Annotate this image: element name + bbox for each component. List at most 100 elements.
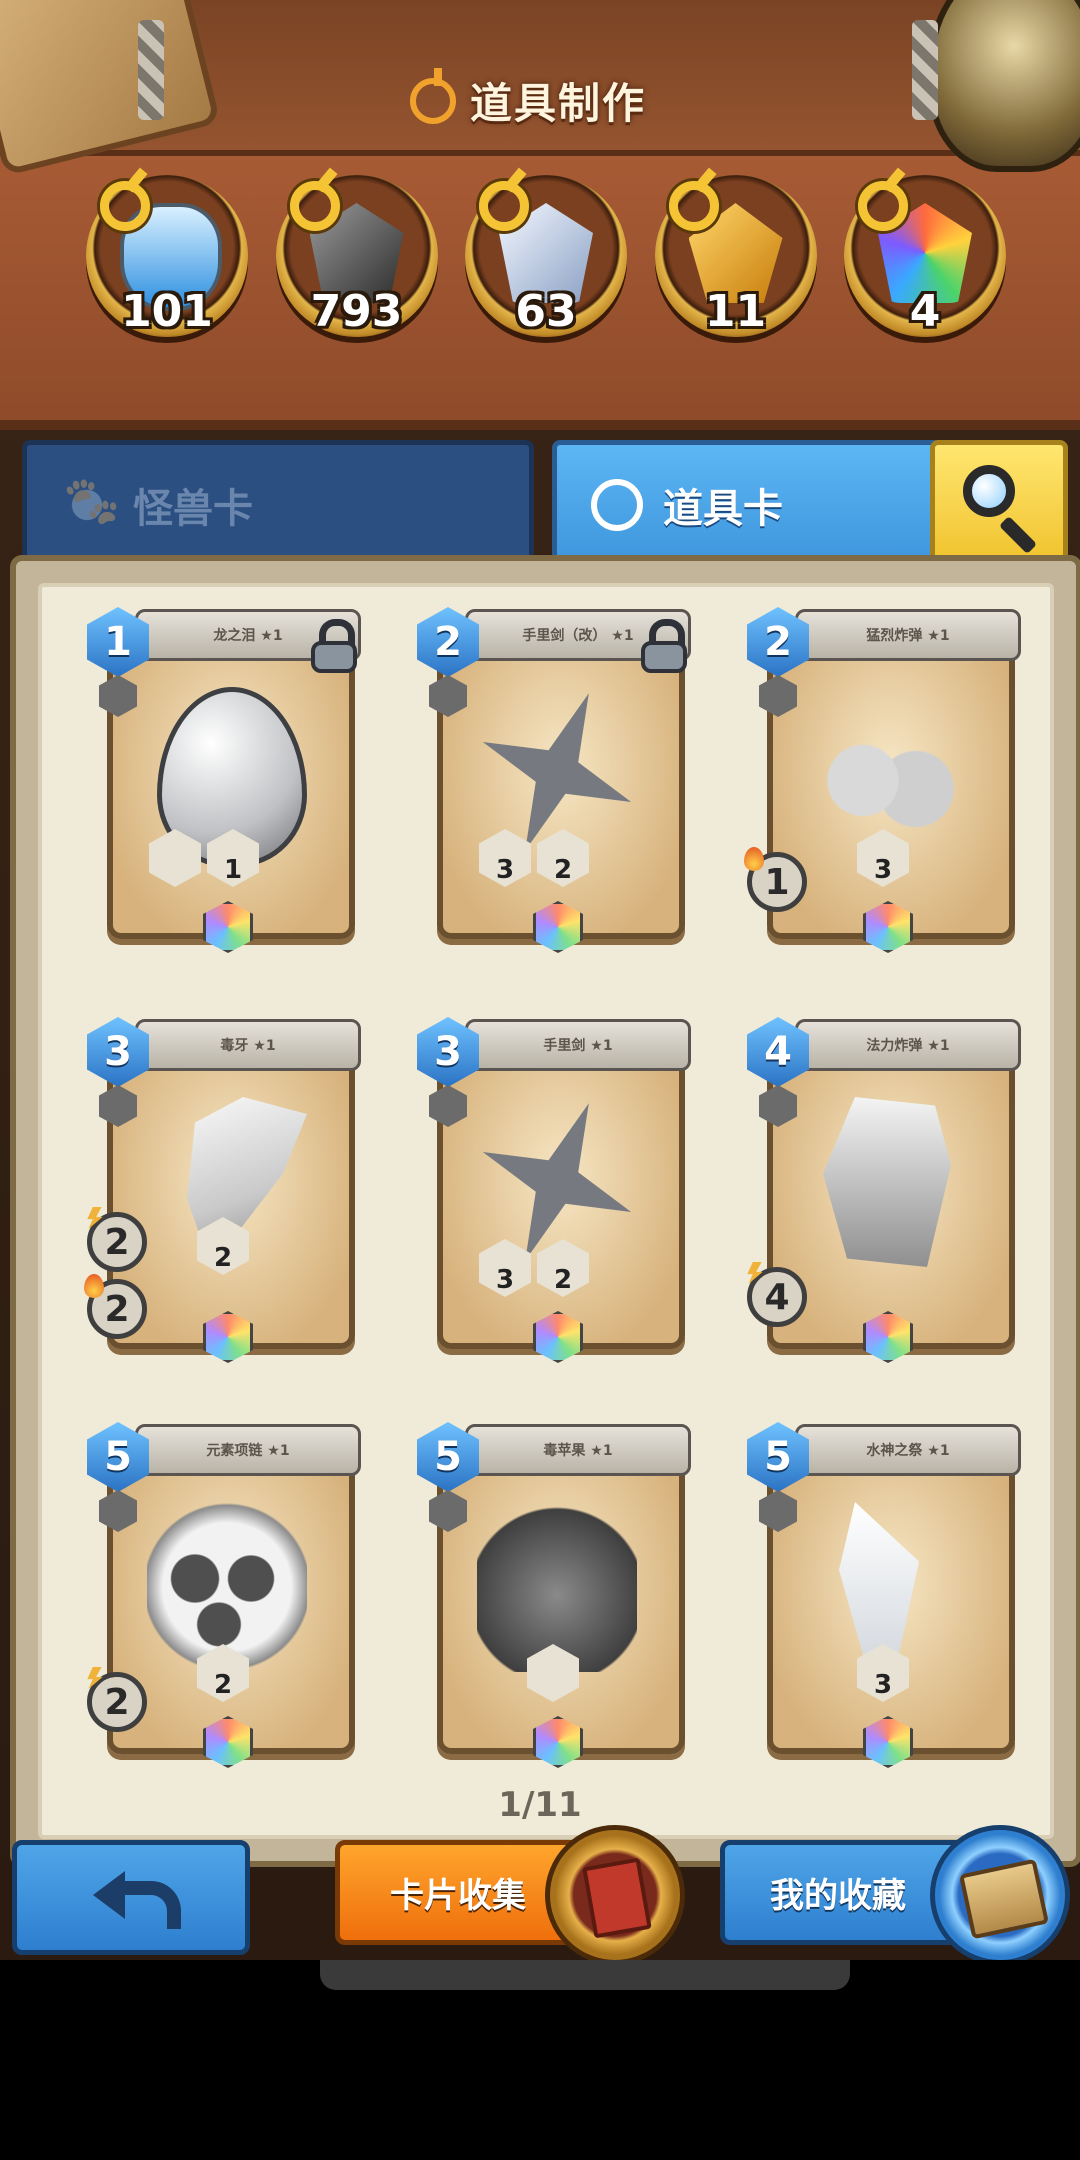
bell-decoration-icon bbox=[928, 0, 1080, 172]
card-name: 手里剑（改） ★1 bbox=[522, 628, 634, 644]
book-icon bbox=[958, 1858, 1050, 1940]
tab-label: 怪兽卡 bbox=[133, 486, 253, 532]
card-name: 毒牙 ★1 bbox=[220, 1038, 276, 1054]
item-card[interactable]: 猛烈炸弹 ★1 2 3 1 bbox=[744, 607, 1021, 957]
flame-icon bbox=[744, 847, 764, 871]
stat-value: 3 bbox=[495, 1265, 515, 1295]
level-number: 4 bbox=[764, 1029, 792, 1075]
resource-count: 4 bbox=[909, 286, 941, 337]
side-stat-value: 2 bbox=[104, 1681, 130, 1723]
lightning-icon bbox=[747, 1262, 763, 1284]
my-collection-label: 我的收藏 bbox=[770, 1876, 906, 1916]
stat-value: 3 bbox=[873, 855, 893, 885]
tab-label: 道具卡 bbox=[663, 486, 783, 532]
game-screen: 道具制作 101 793 63 11 4 🐾 怪兽卡 道具卡 龙之泪 ★1 1 … bbox=[0, 0, 1080, 1960]
lightning-icon bbox=[87, 1667, 103, 1689]
level-number: 5 bbox=[434, 1434, 462, 1480]
page-title: 道具制作 bbox=[410, 67, 647, 131]
item-card[interactable]: 毒牙 ★1 3 2 2 2 bbox=[84, 1017, 361, 1367]
side-stat: 2 bbox=[87, 1667, 147, 1732]
key-icon bbox=[100, 181, 150, 231]
resource-gold-crystal[interactable]: 11 bbox=[654, 175, 817, 337]
item-card[interactable]: 手里剑（改） ★1 2 3 2 bbox=[417, 607, 691, 957]
card-name: 法力炸弹 ★1 bbox=[866, 1038, 950, 1054]
flame-icon bbox=[84, 1274, 104, 1298]
card-name: 龙之泪 ★1 bbox=[213, 628, 283, 644]
header-board: 道具制作 101 793 63 11 4 bbox=[0, 0, 1080, 430]
card-book-page: 龙之泪 ★1 1 1 手里剑（改） ★1 2 3 2 猛烈炸弹 ★1 2 3 1… bbox=[38, 583, 1054, 1839]
stat-value: 1 bbox=[223, 855, 243, 885]
resource-potion[interactable]: 101 bbox=[86, 175, 248, 337]
flask-icon bbox=[591, 479, 643, 531]
card-book-panel: 龙之泪 ★1 1 1 手里剑（改） ★1 2 3 2 猛烈炸弹 ★1 2 3 1… bbox=[10, 555, 1080, 1867]
side-stat: 4 bbox=[747, 1262, 807, 1327]
card-name-ribbon: 法力炸弹 ★1 bbox=[795, 1019, 1021, 1071]
card-name-ribbon: 毒苹果 ★1 bbox=[465, 1424, 691, 1476]
level-number: 5 bbox=[104, 1434, 132, 1480]
level-number: 3 bbox=[434, 1029, 462, 1075]
device-stand-decoration bbox=[320, 1960, 850, 1990]
my-collection-badge[interactable] bbox=[930, 1825, 1070, 1960]
side-stat-value: 1 bbox=[764, 861, 790, 903]
key-icon bbox=[858, 181, 908, 231]
lightning-icon bbox=[87, 1207, 103, 1229]
lock-icon bbox=[641, 619, 687, 673]
back-button[interactable] bbox=[12, 1840, 250, 1955]
item-card[interactable]: 毒苹果 ★1 5 bbox=[417, 1422, 691, 1772]
card-name: 元素项链 ★1 bbox=[206, 1443, 290, 1459]
card-name: 手里剑 ★1 bbox=[543, 1038, 613, 1054]
paw-icon bbox=[61, 479, 113, 531]
side-stat: 2 bbox=[84, 1274, 147, 1339]
tab-item-cards[interactable]: 道具卡 bbox=[552, 440, 942, 570]
card-name-ribbon: 水神之祭 ★1 bbox=[795, 1424, 1021, 1476]
stat-value: 2 bbox=[553, 1265, 573, 1295]
resource-silver-crystal[interactable]: 63 bbox=[465, 175, 627, 337]
rope-left-icon bbox=[138, 20, 164, 120]
card-icon bbox=[582, 1857, 652, 1939]
level-number: 1 bbox=[104, 619, 132, 665]
card-collection-label: 卡片收集 bbox=[390, 1876, 526, 1916]
item-card[interactable]: 龙之泪 ★1 1 1 bbox=[87, 607, 361, 957]
resource-bar: 101 793 63 11 4 bbox=[86, 175, 1006, 345]
stat-value: 3 bbox=[873, 1670, 893, 1700]
stat-value: 2 bbox=[553, 855, 573, 885]
lock-icon bbox=[311, 619, 357, 673]
magnifier-icon bbox=[963, 465, 1015, 517]
resource-count: 63 bbox=[515, 286, 577, 337]
item-card[interactable]: 元素项链 ★1 5 2 2 bbox=[87, 1422, 361, 1772]
resource-count: 11 bbox=[704, 286, 767, 337]
card-grid: 龙之泪 ★1 1 1 手里剑（改） ★1 2 3 2 猛烈炸弹 ★1 2 3 1… bbox=[84, 607, 1037, 1847]
side-stat: 2 bbox=[87, 1207, 147, 1272]
search-button[interactable] bbox=[930, 440, 1068, 570]
stat-value: 2 bbox=[213, 1243, 233, 1273]
card-name: 猛烈炸弹 ★1 bbox=[866, 628, 950, 644]
key-icon bbox=[668, 181, 719, 231]
bottom-bar: 卡片收集 我的收藏 bbox=[0, 1825, 1080, 1960]
item-card[interactable]: 法力炸弹 ★1 4 4 bbox=[747, 1017, 1021, 1367]
stat-value: 3 bbox=[495, 855, 515, 885]
page-title-text: 道具制作 bbox=[470, 79, 647, 128]
key-icon bbox=[479, 181, 529, 231]
side-stat-value: 2 bbox=[104, 1221, 130, 1263]
resource-dark-crystal[interactable]: 793 bbox=[275, 175, 438, 337]
card-collection-badge[interactable] bbox=[545, 1825, 685, 1960]
card-name: 毒苹果 ★1 bbox=[543, 1443, 613, 1459]
card-name-ribbon: 毒牙 ★1 bbox=[135, 1019, 361, 1071]
page-indicator: 1/11 bbox=[498, 1785, 582, 1825]
side-stat-value: 4 bbox=[764, 1276, 790, 1318]
level-number: 2 bbox=[434, 619, 462, 665]
level-number: 2 bbox=[764, 619, 792, 665]
stat-value: 2 bbox=[213, 1670, 233, 1700]
item-card[interactable]: 手里剑 ★1 3 3 2 bbox=[417, 1017, 691, 1367]
tab-monster-cards[interactable]: 怪兽卡 bbox=[22, 440, 534, 570]
magnifier-handle bbox=[998, 515, 1038, 555]
item-card[interactable]: 水神之祭 ★1 5 3 bbox=[747, 1422, 1021, 1772]
resource-rainbow-crystal[interactable]: 4 bbox=[844, 175, 1006, 337]
resource-count: 793 bbox=[310, 286, 403, 337]
key-icon bbox=[289, 181, 340, 231]
card-name-ribbon: 元素项链 ★1 bbox=[135, 1424, 361, 1476]
card-name-ribbon: 手里剑 ★1 bbox=[465, 1019, 691, 1071]
flask-icon bbox=[410, 67, 456, 124]
card-name: 水神之祭 ★1 bbox=[866, 1443, 950, 1459]
level-number: 5 bbox=[764, 1434, 792, 1480]
